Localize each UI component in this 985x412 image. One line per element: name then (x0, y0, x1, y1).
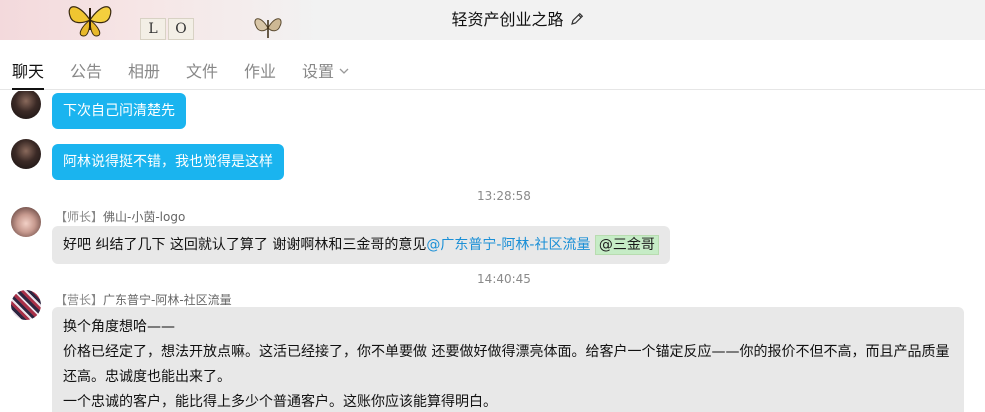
sender-name: 佛山-小茵-logo (103, 210, 186, 224)
message-line: 换个角度想哈—— (63, 319, 175, 335)
chevron-down-icon (339, 68, 349, 74)
tab-label: 文件 (186, 62, 219, 81)
sender-label[interactable]: 【营长】广东普宁-阿林-社区流量 (55, 291, 232, 308)
tab-announcement[interactable]: 公告 (70, 58, 102, 90)
tab-album[interactable]: 相册 (128, 58, 160, 90)
outgoing-message-bubble: 下次自己问清楚先 (52, 93, 186, 129)
mention-highlight[interactable]: @三金哥 (594, 235, 659, 255)
outgoing-message-bubble: 阿林说得挺不错，我也觉得是这样 (52, 144, 284, 180)
tab-bar: 聊天 公告 相册 文件 作业 设置 (0, 40, 985, 90)
group-header: L O 轻资产创业之路 (0, 0, 985, 40)
tab-chat[interactable]: 聊天 (12, 58, 45, 90)
sender-role: 【师长】 (55, 210, 104, 224)
avatar[interactable] (11, 139, 41, 169)
tab-homework[interactable]: 作业 (244, 58, 276, 90)
tab-label: 聊天 (12, 62, 45, 81)
sender-role: 【营长】 (55, 293, 104, 307)
incoming-message-bubble: 换个角度想哈—— 价格已经定了，想法开放点嘛。这活已经接了，你不单要做 还要做好… (52, 307, 964, 412)
group-title: 轻资产创业之路 (451, 10, 564, 29)
pencil-icon[interactable] (570, 12, 584, 26)
chat-message-list[interactable]: 下次自己问清楚先 阿林说得挺不错，我也觉得是这样 13:28:58 【师长】佛山… (0, 91, 985, 412)
sender-name: 广东普宁-阿林-社区流量 (103, 293, 232, 307)
message-timestamp: 13:28:58 (477, 189, 531, 203)
mention-link[interactable]: @广东普宁-阿林-社区流量 (426, 237, 590, 253)
message-line: 价格已经定了，想法开放点嘛。这活已经接了，你不单要做 还要做好做得漂亮体面。给客… (63, 344, 950, 385)
tab-label: 作业 (244, 62, 277, 81)
message-timestamp: 14:40:45 (477, 272, 531, 286)
incoming-message-bubble: 好吧 纠结了几下 这回就认了算了 谢谢啊林和三金哥的意见@广东普宁-阿林-社区流… (52, 226, 670, 264)
tab-label: 相册 (128, 62, 161, 81)
tab-label: 公告 (70, 62, 103, 81)
message-line: 一个忠诚的客户，能比得上多少个普通客户。这账你应该能算得明白。 (63, 394, 497, 410)
tab-label: 设置 (302, 62, 335, 81)
avatar[interactable] (11, 290, 41, 320)
avatar[interactable] (11, 207, 41, 237)
tab-files[interactable]: 文件 (186, 58, 218, 90)
message-text: 好吧 纠结了几下 这回就认了算了 谢谢啊林和三金哥的意见 (63, 237, 427, 253)
sender-label[interactable]: 【师长】佛山-小茵-logo (55, 208, 185, 225)
tab-settings[interactable]: 设置 (302, 58, 349, 90)
avatar[interactable] (11, 91, 41, 119)
